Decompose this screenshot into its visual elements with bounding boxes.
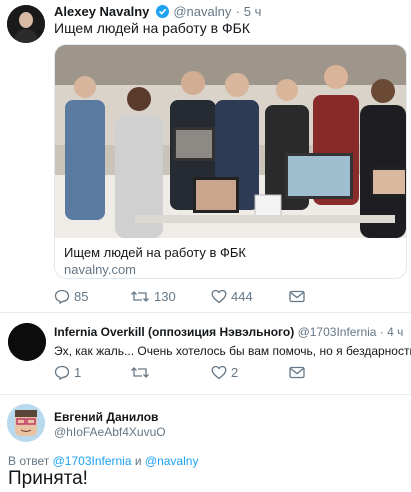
like-button[interactable]: 444 [211, 286, 253, 306]
message-button[interactable] [289, 362, 309, 382]
author-name[interactable]: Евгений Данилов [54, 410, 158, 424]
divider [0, 394, 411, 395]
tweet-text: Принята! [8, 468, 88, 489]
avatar[interactable] [7, 5, 45, 43]
avatar[interactable] [7, 404, 45, 442]
link-card[interactable]: Ищем людей на работу в ФБК navalny.com [54, 44, 407, 279]
retweet-button[interactable]: 130 [130, 286, 176, 306]
like-count: 444 [231, 288, 253, 304]
tweet-danilov[interactable]: Евгений Данилов @hIoFAeAbf4XuvuO В ответ… [0, 400, 411, 492]
envelope-icon [289, 366, 305, 378]
timestamp[interactable]: · 5 ч [236, 4, 262, 19]
author-handle[interactable]: @1703Infernia [298, 325, 377, 339]
avatar[interactable] [8, 323, 46, 361]
tweet-actions: 1 2 [54, 362, 404, 382]
retweet-button[interactable] [130, 362, 154, 382]
reply-count: 85 [74, 288, 89, 304]
author-name[interactable]: Alexey Navalny [54, 4, 149, 19]
tweet-text: Эх, как жаль... Очень хотелось бы вам по… [54, 344, 411, 358]
reply-context: В ответ @1703Infernia и @navalny [8, 454, 198, 468]
reply-button[interactable]: 85 [54, 286, 88, 306]
author-handle[interactable]: @hIoFAeAbf4XuvuO [54, 425, 166, 439]
card-url[interactable]: navalny.com [64, 262, 136, 277]
reply-icon [54, 365, 70, 380]
tweet-actions: 85 130 444 [54, 286, 404, 306]
tweet-infernia[interactable]: Infernia Overkill (оппозиция Нэвэльного)… [0, 318, 411, 390]
retweet-icon [131, 290, 149, 302]
reply-icon [54, 289, 70, 304]
message-button[interactable] [289, 286, 309, 306]
card-photo [55, 45, 406, 238]
timestamp[interactable]: · 4 ч [380, 325, 404, 339]
retweet-icon [131, 366, 149, 378]
envelope-icon [289, 290, 305, 302]
like-button[interactable]: 2 [211, 362, 238, 382]
tweet-navalny[interactable]: Alexey Navalny @navalny · 5 ч Ищем людей… [0, 0, 411, 310]
reply-and: и [134, 454, 142, 468]
reply-count: 1 [74, 364, 82, 380]
author-handle[interactable]: @navalny [173, 4, 231, 19]
like-count: 2 [231, 364, 239, 380]
reply-button[interactable]: 1 [54, 362, 81, 382]
author-name[interactable]: Infernia Overkill (оппозиция Нэвэльного) [54, 325, 294, 339]
verified-badge-icon [155, 5, 169, 18]
heart-icon [211, 365, 227, 379]
heart-icon [211, 289, 227, 303]
reply-mention-1[interactable]: @1703Infernia [53, 454, 132, 468]
retweet-count: 130 [154, 288, 176, 304]
reply-prefix: В ответ [8, 454, 50, 468]
tweet-text: Ищем людей на работу в ФБК [54, 20, 250, 36]
reply-mention-2[interactable]: @navalny [145, 454, 199, 468]
card-title[interactable]: Ищем людей на работу в ФБК [64, 245, 246, 260]
divider [0, 312, 411, 313]
